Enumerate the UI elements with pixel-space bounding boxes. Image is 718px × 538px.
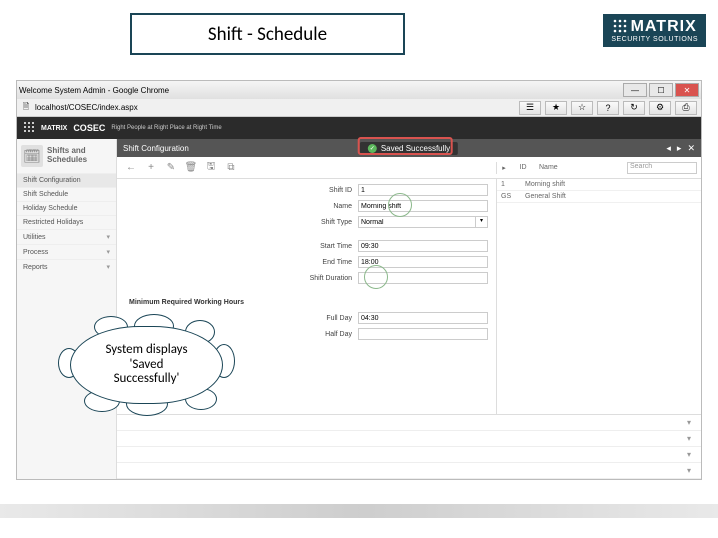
start-time-field[interactable] (358, 240, 488, 252)
sidebar: 🗓 Shifts and Schedules Shift Configurati… (17, 139, 117, 479)
check-icon: ✓ (368, 144, 377, 153)
copy-icon[interactable]: ⧉ (225, 162, 237, 174)
shift-duration-label: Shift Duration (121, 275, 358, 282)
dropdown-icon[interactable]: ▾ (476, 216, 488, 228)
sidebar-item-shift-configuration[interactable]: Shift Configuration (17, 173, 116, 187)
slide-title: Shift - Schedule (130, 13, 405, 55)
window-title: Welcome System Admin - Google Chrome (19, 86, 169, 95)
name-field[interactable] (358, 200, 488, 212)
sidebar-header: 🗓 Shifts and Schedules (17, 139, 116, 173)
shift-type-label: Shift Type (121, 219, 358, 226)
sidebar-item-restricted-holidays[interactable]: Restricted Holidays (17, 215, 116, 229)
chevron-down-icon: ▾ (687, 434, 691, 443)
app-product: COSEC (73, 123, 105, 133)
toolbar-print-icon[interactable]: ⎙ (675, 101, 697, 115)
chevron-down-icon: ▾ (106, 248, 110, 256)
toolbar-fav-icon[interactable]: ☆ (571, 101, 593, 115)
browser-titlebar: Welcome System Admin - Google Chrome — ☐… (17, 81, 701, 99)
toolbar-star-icon[interactable]: ★ (545, 101, 567, 115)
page-icon: 🗎 (21, 103, 31, 113)
chevron-down-icon: ▾ (106, 233, 110, 241)
shift-id-field[interactable] (358, 184, 488, 196)
action-toolbar: ← + ✎ 🗑 🖫 ⧉ ▸ ID Name Search (117, 157, 701, 179)
callout-line2: 'Saved (105, 358, 187, 373)
brand-tagline: SECURITY SOLUTIONS (611, 36, 698, 43)
app-logo-icon (23, 121, 35, 135)
start-time-label: Start Time (121, 243, 358, 250)
edit-icon[interactable]: ✎ (165, 162, 177, 174)
shift-id-label: Shift ID (121, 187, 358, 194)
delete-icon[interactable]: 🗑 (185, 162, 197, 174)
list-item[interactable]: 1 Morning shift (497, 179, 701, 191)
shift-duration-field[interactable] (358, 272, 488, 284)
toolbar-help-icon[interactable]: ? (597, 101, 619, 115)
accordion-row[interactable]: ▾ (117, 447, 701, 463)
browser-window: Welcome System Admin - Google Chrome — ☐… (16, 80, 702, 480)
sidebar-item-utilities[interactable]: Utilities▾ (17, 229, 116, 244)
window-controls: — ☐ ✕ (623, 83, 699, 97)
matrix-logo: MATRIX SECURITY SOLUTIONS (603, 14, 706, 47)
name-label: Name (121, 203, 358, 210)
close-panel-icon[interactable]: ✕ (687, 143, 695, 154)
app-brand: MATRIX (41, 125, 67, 132)
chevron-down-icon: ▾ (687, 466, 691, 475)
list-col-id: ID (511, 164, 535, 171)
main-header: Shift Configuration ✓ Saved Successfully… (117, 139, 701, 157)
callout-line3: Successfully' (105, 372, 187, 387)
section-min-hours: Minimum Required Working Hours (121, 299, 358, 306)
content-area: 🗓 Shifts and Schedules Shift Configurati… (17, 139, 701, 479)
accordion-row[interactable]: ▾ (117, 415, 701, 431)
accordion-group: ▾ ▾ ▾ ▾ (117, 414, 701, 479)
url-text[interactable]: localhost/COSEC/index.aspx (35, 103, 138, 112)
full-day-field[interactable] (358, 312, 488, 324)
sidebar-item-reports[interactable]: Reports▾ (17, 259, 116, 274)
main-title: Shift Configuration (117, 144, 195, 153)
close-button[interactable]: ✕ (675, 83, 699, 97)
search-input[interactable]: Search (627, 162, 697, 174)
bottom-strip (0, 504, 718, 518)
toolbar-settings-icon[interactable]: ⚙ (649, 101, 671, 115)
shift-type-field[interactable] (358, 216, 476, 228)
brand-name: MATRIX (631, 18, 697, 36)
toolbar-refresh-icon[interactable]: ↻ (623, 101, 645, 115)
list-item[interactable]: GS General Shift (497, 191, 701, 203)
address-bar-row: 🗎 localhost/COSEC/index.aspx ☰ ★ ☆ ? ↻ ⚙… (17, 99, 701, 117)
sidebar-item-shift-schedule[interactable]: Shift Schedule (17, 187, 116, 201)
list-nav-icon[interactable]: ▸ (497, 164, 511, 172)
end-time-field[interactable] (358, 256, 488, 268)
save-icon[interactable]: 🖫 (205, 162, 217, 174)
sidebar-item-process[interactable]: Process▾ (17, 244, 116, 259)
back-icon[interactable]: ← (125, 162, 137, 174)
app-header: MATRIX COSEC Right People at Right Place… (17, 117, 701, 139)
success-toast: ✓ Saved Successfully (360, 142, 458, 155)
end-time-label: End Time (121, 259, 358, 266)
toolbar-menu-icon[interactable]: ☰ (519, 101, 541, 115)
shift-list: 1 Morning shift GS General Shift (496, 179, 701, 414)
sidebar-item-holiday-schedule[interactable]: Holiday Schedule (17, 201, 116, 215)
list-col-name: Name (535, 164, 627, 171)
next-icon[interactable]: ▸ (677, 143, 682, 154)
main-panel: Shift Configuration ✓ Saved Successfully… (117, 139, 701, 479)
logo-dots-icon (613, 18, 627, 36)
accordion-row[interactable]: ▾ (117, 463, 701, 479)
chevron-down-icon: ▾ (687, 450, 691, 459)
maximize-button[interactable]: ☐ (649, 83, 673, 97)
callout-cloud: System displays 'Saved Successfully' (64, 320, 229, 410)
half-day-field[interactable] (358, 328, 488, 340)
accordion-row[interactable]: ▾ (117, 431, 701, 447)
success-text: Saved Successfully (381, 144, 450, 153)
calendar-icon: 🗓 (21, 145, 43, 167)
sidebar-title-line2: Schedules (47, 156, 87, 165)
callout-line1: System displays (105, 343, 187, 358)
chevron-down-icon: ▾ (687, 418, 691, 427)
list-header: ▸ ID Name Search (496, 162, 701, 174)
chevron-down-icon: ▾ (106, 263, 110, 271)
minimize-button[interactable]: — (623, 83, 647, 97)
prev-icon[interactable]: ◂ (666, 143, 671, 154)
app-tagline: Right People at Right Place at Right Tim… (111, 125, 221, 131)
add-icon[interactable]: + (145, 162, 157, 174)
